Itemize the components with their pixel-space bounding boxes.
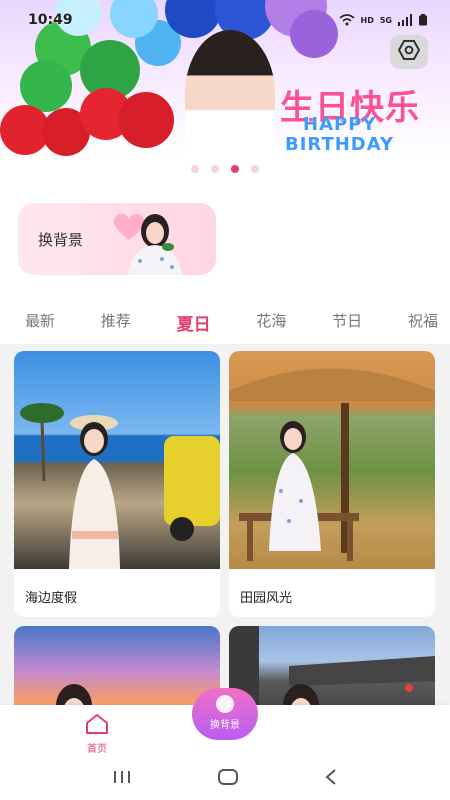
signal-icon <box>398 14 412 26</box>
back-icon[interactable] <box>325 768 337 789</box>
status-bar: 10:49 HD 5G <box>0 0 450 40</box>
template-card-seaside[interactable]: 海边度假 <box>14 351 220 617</box>
status-icons: HD 5G <box>338 14 428 26</box>
tab-summer[interactable]: 夏日 <box>177 310 211 340</box>
change-background-fab[interactable]: 换背景 <box>192 688 258 740</box>
network-5g-label: 5G <box>379 15 392 25</box>
recent-apps-icon[interactable] <box>113 769 131 788</box>
countryside-image <box>229 351 435 569</box>
carousel-indicator <box>0 165 450 173</box>
carousel-dot[interactable] <box>251 165 259 173</box>
home-icon <box>85 713 109 738</box>
banner-line-birthday: BIRTHDAY <box>285 134 394 155</box>
template-title: 海边度假 <box>25 591 78 606</box>
category-tabs: 最新 推荐 夏日 花海 节日 祝福 <box>0 310 450 340</box>
change-background-person-image <box>110 209 200 275</box>
carousel-dot[interactable] <box>191 165 199 173</box>
hexagon-settings-icon <box>397 40 421 64</box>
nav-home-label: 首页 <box>87 744 107 755</box>
carousel-dot-active[interactable] <box>231 165 239 173</box>
change-background-label: 换背景 <box>38 231 84 249</box>
status-time: 10:49 <box>28 12 73 28</box>
tab-latest[interactable]: 最新 <box>25 310 55 340</box>
template-title: 田园风光 <box>240 591 293 606</box>
system-navigation-bar <box>0 757 450 800</box>
network-hd-label: HD <box>360 15 374 25</box>
banner-person-image <box>185 30 275 158</box>
person-icon <box>216 695 234 713</box>
camera-settings-button[interactable] <box>390 35 428 69</box>
home-circle-icon[interactable] <box>217 768 238 789</box>
tab-recommended[interactable]: 推荐 <box>101 310 131 340</box>
seaside-image <box>14 351 220 569</box>
tab-festival[interactable]: 节日 <box>332 310 362 340</box>
tab-blessing[interactable]: 祝福 <box>408 310 438 340</box>
app-screen: 生日快乐 HAPPY BIRTHDAY 10:49 HD 5G 换背景 最新 推… <box>0 0 450 800</box>
nav-home[interactable]: 首页 <box>80 713 114 755</box>
change-background-card[interactable]: 换背景 <box>18 203 216 275</box>
carousel-dot[interactable] <box>211 165 219 173</box>
tab-flowers[interactable]: 花海 <box>256 310 286 340</box>
template-card-countryside[interactable]: 田园风光 <box>229 351 435 617</box>
wifi-icon <box>338 14 355 26</box>
battery-icon <box>418 14 428 26</box>
balloon <box>118 92 174 148</box>
banner-line-happy: HAPPY <box>303 114 377 135</box>
fab-label: 换背景 <box>210 720 240 731</box>
